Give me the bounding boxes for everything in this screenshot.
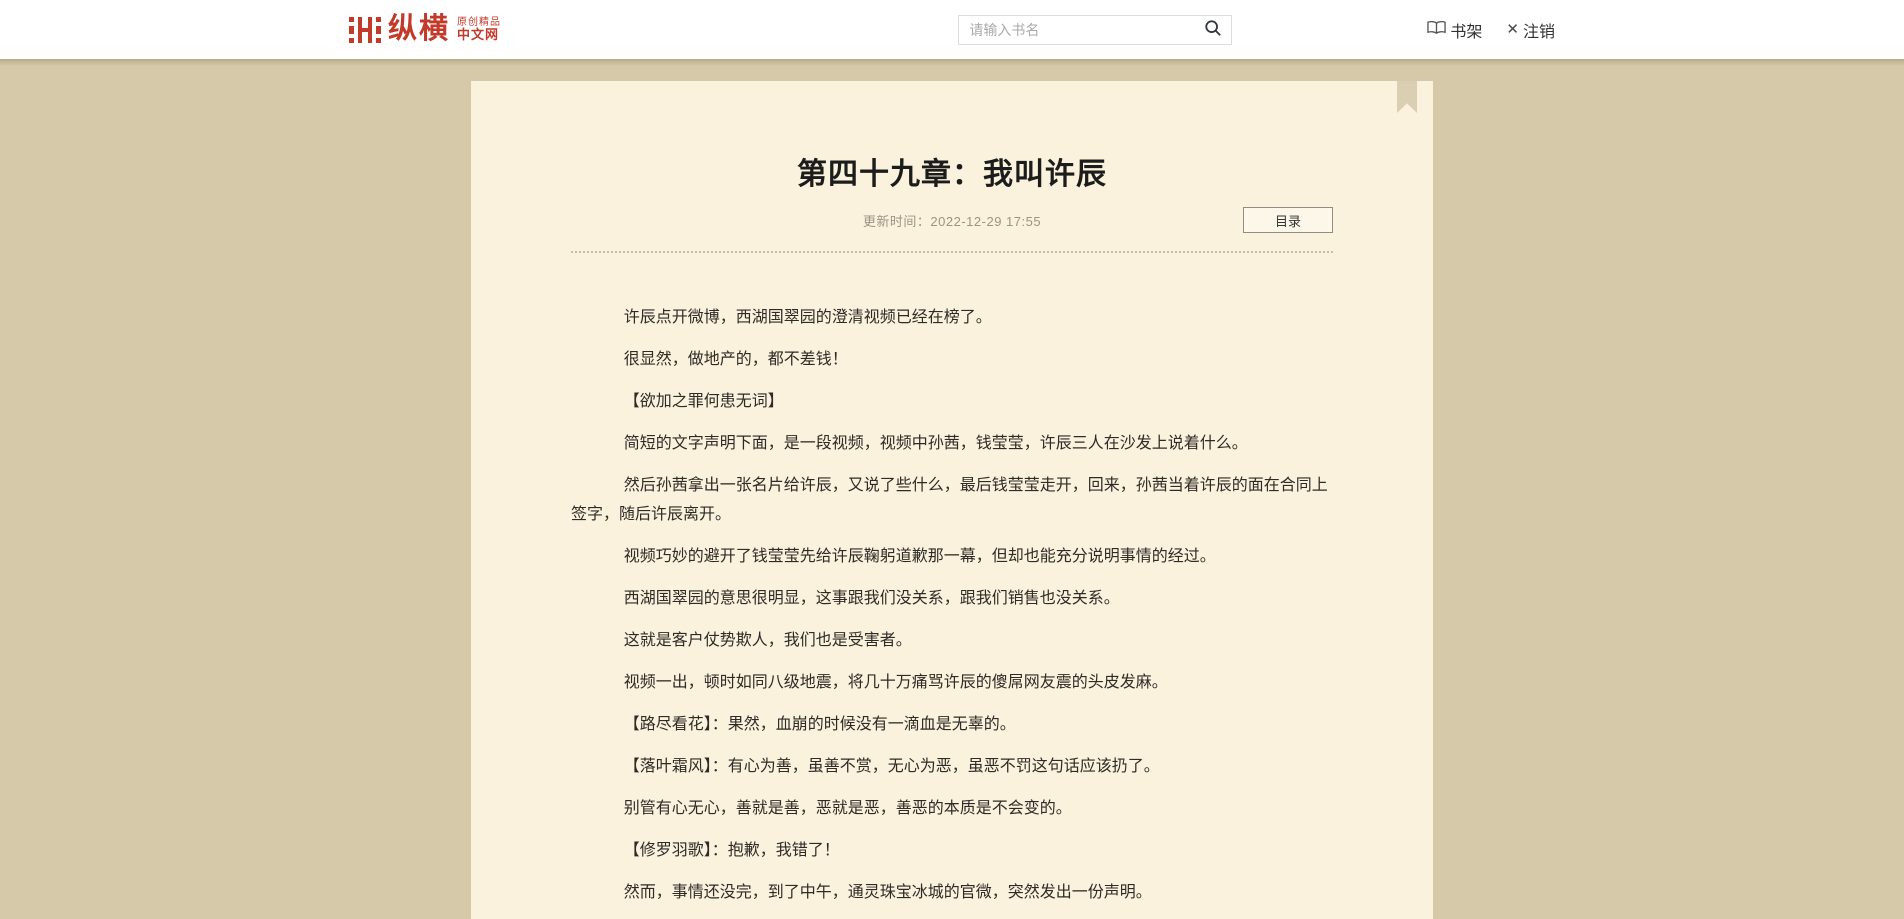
bookmark-ribbon-icon [1397,81,1417,113]
chapter-meta-row: 更新时间：2022-12-29 17:55 目录 [571,207,1333,233]
paragraph: 视频一出，顿时如同八级地震，将几十万痛骂许辰的傻屌网友震的头皮发麻。 [623,674,1168,691]
toc-button[interactable]: 目录 [1243,207,1333,233]
site-logo[interactable]: 纵横 原创精品 中文网 [349,15,501,45]
paragraph: 别管有心无心，善就是善，恶就是恶，善恶的本质是不会变的。 [623,800,1072,817]
paragraph: 然后孙茜拿出一张名片给许辰，又说了些什么，最后钱莹莹走开，回来，孙茜当着许辰的面… [571,477,1328,523]
paragraph: 【修罗羽歌】：抱歉，我错了！ [623,842,840,859]
logo-brand-text: 纵横 [388,13,451,45]
paragraph: 然而，事情还没完，到了中午，通灵珠宝冰城的官微，突然发出一份声明。 [623,884,1152,901]
paragraph: 许辰点开微博，西湖国翠园的澄清视频已经在榜了。 [623,309,992,326]
logout-label: 注销 [1522,23,1555,41]
bookshelf-link[interactable]: 书架 [1427,18,1482,42]
logo-tagline: 原创精品 中文网 [457,17,501,42]
logout-link[interactable]: ✕ 注销 [1506,18,1555,42]
chapter-card: 第四十九章：我叫许辰 更新时间：2022-12-29 17:55 目录 许辰点开… [471,81,1433,919]
paragraph: 这就是客户仗势欺人，我们也是受害者。 [623,632,912,649]
paragraph: 【欲加之罪何患无词】 [623,393,784,410]
reader-background: 第四十九章：我叫许辰 更新时间：2022-12-29 17:55 目录 许辰点开… [0,59,1904,919]
search-input[interactable] [959,15,1196,44]
user-links: 书架 ✕ 注销 [1427,18,1555,42]
logo-tagline-line2: 中文网 [457,26,500,42]
logo-mark-icon [349,15,381,45]
paragraph: 【路尽看花】：果然，血崩的时候没有一滴血是无辜的。 [623,716,1016,733]
paragraph: 西湖国翠园的意思很明显，这事跟我们没关系，跟我们销售也没关系。 [623,590,1120,607]
bookshelf-icon [1427,20,1447,40]
update-time: 更新时间：2022-12-29 17:55 [862,213,1042,229]
search-box [958,14,1233,45]
paragraph: 视频巧妙的避开了钱莹莹先给许辰鞠躬道歉那一幕，但却也能充分说明事情的经过。 [623,548,1216,565]
logout-icon: ✕ [1506,21,1519,38]
paragraph: 【落叶霜风】：有心为善，虽善不赏，无心为恶，虽恶不罚这句话应该扔了。 [623,758,1160,775]
paragraph: 很显然，做地产的，都不差钱！ [623,351,848,368]
chapter-body: 许辰点开微博，西湖国翠园的澄清视频已经在榜了。 很显然，做地产的，都不差钱！ 【… [571,303,1333,907]
bookshelf-label: 书架 [1450,23,1483,41]
chapter-title: 第四十九章：我叫许辰 [797,158,1107,191]
paragraph: 简短的文字声明下面，是一段视频，视频中孙茜，钱莹莹，许辰三人在沙发上说着什么。 [623,435,1248,452]
page: 纵横 原创精品 中文网 请输入书名 书架 ✕ 注销 第四十九章：我叫许辰 更新时… [0,0,1904,919]
search-icon [1204,19,1222,40]
divider [571,251,1333,253]
top-header: 纵横 原创精品 中文网 请输入书名 书架 ✕ 注销 [0,0,1904,59]
search-button[interactable] [1195,16,1231,44]
header-container: 纵横 原创精品 中文网 请输入书名 书架 ✕ 注销 [349,0,1555,59]
